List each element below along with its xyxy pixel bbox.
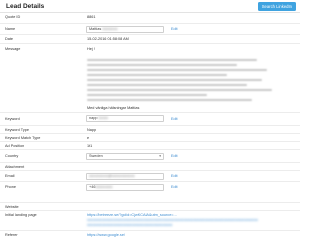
message-text-line <box>87 79 262 82</box>
email-label: Email <box>5 174 15 178</box>
message-text-line <box>87 99 252 102</box>
date-row: Date 15-02-2016 01:58:08 AM <box>0 34 300 42</box>
message-text-line <box>87 94 207 97</box>
search-linkedin-button[interactable]: Search LinkedIn <box>257 2 296 11</box>
attachment-label: Attachment <box>5 164 25 169</box>
ad-position-value: 1t1 <box>87 143 93 148</box>
chevron-down-icon: ▾ <box>159 153 161 158</box>
email-row: Email xxxxxxxxxx@xxxxxxxxxxxx Edit <box>0 170 300 180</box>
name-field[interactable]: Mattias xxxxxxxx <box>86 25 164 33</box>
message-text-line <box>87 69 267 72</box>
initial-landing-page-link[interactable]: https://betreeze.se/?gclid=CjwKCAiA&utm_… <box>87 213 177 217</box>
referer-link[interactable]: https://www.google.se/ <box>87 233 125 237</box>
message-greeting: Hej ! <box>87 47 95 51</box>
initial-landing-page-row: Initial landing page https://betreeze.se… <box>0 210 300 228</box>
keyword-row: Keyword napp xxxxx Edit <box>0 112 300 124</box>
message-text-line <box>87 89 272 92</box>
name-edit-link[interactable]: Edit <box>171 27 178 31</box>
initial-landing-page-link-continuation: xxxxxxxxxxxxxxxxxxxxxxxxxxxxxxxxxxxxxxxx… <box>87 223 173 227</box>
page-title: Lead Details <box>6 3 45 10</box>
keyword-type-row: Keyword Type Napp <box>0 125 300 132</box>
keyword-type-value: Napp <box>87 127 97 132</box>
ad-position-row: Ad Position 1t1 <box>0 141 300 148</box>
message-text-line <box>87 59 257 62</box>
website-label: Website <box>5 204 19 209</box>
keyword-edit-link[interactable]: Edit <box>171 117 178 121</box>
keyword-value: napp <box>89 116 98 120</box>
country-value: Sweden <box>89 153 103 158</box>
ad-position-label: Ad Position <box>5 143 25 148</box>
message-text-line <box>87 74 227 77</box>
keyword-match-type-label: Keyword Match Type <box>5 135 41 140</box>
keyword-field[interactable]: napp xxxxx <box>86 115 164 122</box>
message-signoff: Med vänliga hälsningar Mattias <box>87 106 140 110</box>
keyword-match-type-row: Keyword Match Type e <box>0 133 300 140</box>
country-row: Country Sweden ▾ Edit <box>0 149 300 161</box>
initial-landing-page-label: Initial landing page <box>5 213 37 217</box>
message-text-line <box>87 64 237 67</box>
referer-label: Referer <box>5 233 18 237</box>
website-row: Website <box>0 202 300 209</box>
header-divider <box>0 12 300 13</box>
name-value: Mattias <box>89 26 102 31</box>
name-row: Name Mattias xxxxxxxx Edit <box>0 23 300 33</box>
quote-id-label: Quote ID <box>5 15 21 19</box>
message-row: Message Hej ! Med vänliga hälsningar Mat… <box>0 43 300 111</box>
initial-landing-page-link-continuation: xxxxxxxxxxxxxxxxxxxxxxxxxxxxxxxxxxxxxxxx… <box>87 218 258 222</box>
phone-edit-link[interactable]: Edit <box>171 185 178 189</box>
name-label: Name <box>5 27 16 31</box>
phone-label: Phone <box>5 185 16 189</box>
message-text-line <box>87 84 247 87</box>
quote-id-value: 8861 <box>87 15 96 19</box>
attachment-row: Attachment <box>0 162 300 169</box>
keyword-label: Keyword <box>5 117 20 121</box>
keyword-type-label: Keyword Type <box>5 127 29 132</box>
country-label: Country <box>5 154 19 158</box>
email-edit-link[interactable]: Edit <box>171 174 178 178</box>
country-select[interactable]: Sweden ▾ <box>86 152 164 160</box>
country-edit-link[interactable]: Edit <box>171 154 178 158</box>
referer-row: Referer https://www.google.se/ <box>0 230 300 239</box>
email-field[interactable]: xxxxxxxxxx@xxxxxxxxxxxx <box>86 172 164 180</box>
date-label: Date <box>5 37 14 41</box>
phone-field[interactable]: +46xxxxxxxxx <box>86 183 164 191</box>
keyword-match-type-value: e <box>87 135 90 140</box>
phone-row: Phone +46xxxxxxxxx Edit <box>0 181 300 191</box>
date-value: 15-02-2016 01:58:08 AM <box>87 37 129 41</box>
message-label: Message <box>5 47 21 51</box>
